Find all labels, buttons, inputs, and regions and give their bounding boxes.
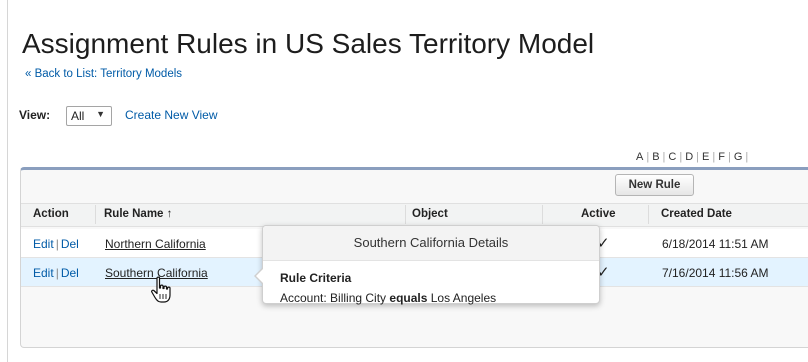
view-select[interactable]: All ▼ bbox=[66, 106, 112, 126]
row-actions: Edit | Del bbox=[33, 266, 79, 280]
hand-cursor-icon bbox=[151, 276, 171, 303]
column-divider bbox=[542, 205, 543, 224]
view-select-value: All bbox=[71, 109, 85, 123]
popover-pointer-fill bbox=[256, 269, 263, 283]
alphabet-filter: A | B | C | D | E | F | G | bbox=[636, 151, 749, 163]
create-new-view-link[interactable]: Create New View bbox=[125, 108, 217, 122]
chevron-down-icon: ▼ bbox=[96, 109, 105, 119]
delete-link[interactable]: Del bbox=[61, 237, 79, 251]
popover-section-title: Rule Criteria bbox=[280, 271, 352, 285]
alpha-filter-d[interactable]: D bbox=[685, 151, 693, 163]
column-divider bbox=[648, 205, 649, 224]
criteria-operator: equals bbox=[389, 291, 428, 305]
column-divider bbox=[95, 205, 96, 224]
delete-link[interactable]: Del bbox=[61, 266, 79, 280]
column-header-object[interactable]: Object bbox=[412, 208, 448, 220]
column-header-rule-name[interactable]: Rule Name ↑ bbox=[104, 208, 172, 220]
alpha-filter-a[interactable]: A bbox=[636, 151, 643, 163]
page-frame-border bbox=[7, 0, 8, 362]
alpha-filter-f[interactable]: F bbox=[718, 151, 725, 163]
column-header-active[interactable]: Active bbox=[581, 208, 616, 220]
rule-details-popover: Southern California Details Rule Criteri… bbox=[262, 225, 600, 305]
alpha-filter-b[interactable]: B bbox=[652, 151, 659, 163]
column-divider bbox=[405, 205, 406, 224]
view-label: View: bbox=[19, 108, 51, 122]
alpha-filter-g[interactable]: G bbox=[734, 151, 743, 163]
rule-criteria-text: Account: Billing City equals Los Angeles bbox=[280, 291, 496, 305]
popover-title: Southern California Details bbox=[353, 235, 509, 250]
back-to-list-link[interactable]: « Back to List: Territory Models bbox=[25, 68, 182, 80]
alpha-filter-e[interactable]: E bbox=[702, 151, 709, 163]
criteria-field: Account: Billing City bbox=[280, 291, 387, 305]
criteria-value: Los Angeles bbox=[430, 291, 497, 305]
created-date: 7/16/2014 11:56 AM bbox=[662, 266, 769, 280]
row-actions: Edit | Del bbox=[33, 237, 79, 251]
column-header-created-date[interactable]: Created Date bbox=[661, 208, 732, 220]
new-rule-button[interactable]: New Rule bbox=[615, 174, 694, 196]
rule-name-link[interactable]: Northern California bbox=[105, 237, 206, 251]
edit-link[interactable]: Edit bbox=[33, 237, 54, 251]
page-title: Assignment Rules in US Sales Territory M… bbox=[22, 28, 595, 59]
column-header-action: Action bbox=[33, 208, 69, 220]
alpha-filter-c[interactable]: C bbox=[668, 151, 676, 163]
edit-link[interactable]: Edit bbox=[33, 266, 54, 280]
created-date: 6/18/2014 11:51 AM bbox=[662, 237, 769, 251]
